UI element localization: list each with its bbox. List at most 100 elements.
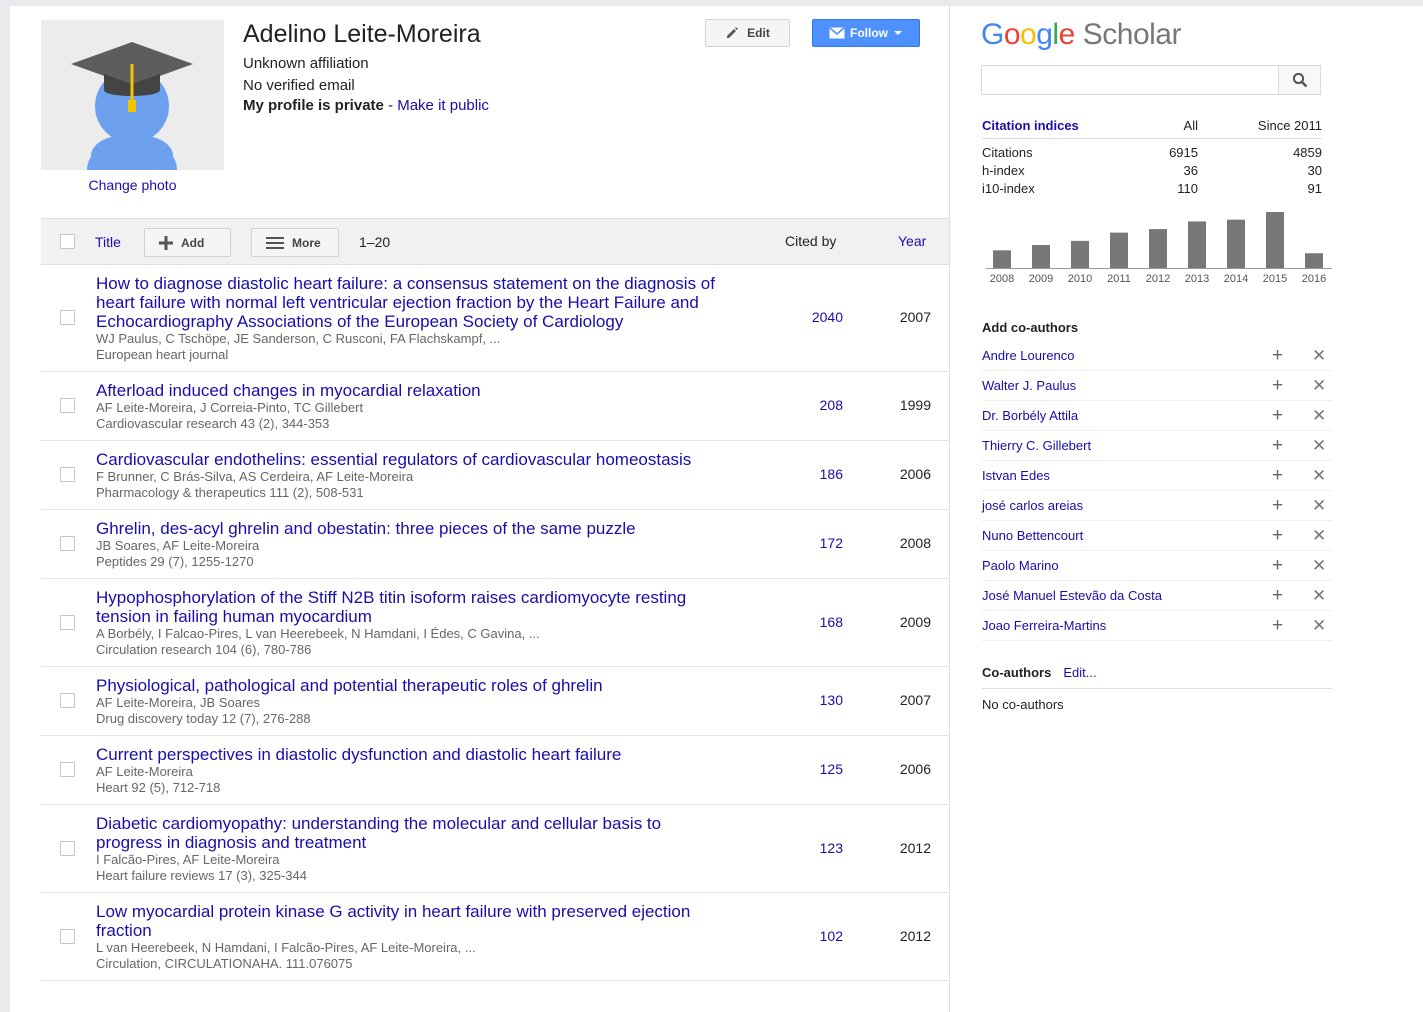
chart-bar-2015[interactable] — [1266, 212, 1284, 268]
sort-by-year[interactable]: Year — [898, 233, 926, 249]
table-row: Low myocardial protein kinase G activity… — [41, 893, 949, 981]
publication-year: 2007 — [899, 692, 931, 708]
chart-bar-2013[interactable] — [1188, 221, 1206, 268]
article-title[interactable]: Low myocardial protein kinase G activity… — [96, 902, 731, 940]
row-checkbox[interactable] — [60, 467, 75, 482]
profile-photo[interactable] — [41, 20, 224, 170]
add-coauthor-icon[interactable]: + — [1272, 526, 1283, 545]
cited-by-count[interactable]: 123 — [781, 840, 843, 856]
dismiss-coauthor-icon[interactable]: ✕ — [1312, 587, 1326, 605]
chart-bar-2010[interactable] — [1071, 240, 1089, 268]
add-coauthor-icon[interactable]: + — [1272, 436, 1283, 455]
coauthor-name[interactable]: Dr. Borbély Attila — [982, 408, 1078, 423]
article-title[interactable]: Diabetic cardiomyopathy: understanding t… — [96, 814, 731, 852]
dismiss-coauthor-icon[interactable]: ✕ — [1312, 377, 1326, 395]
chart-bar-2009[interactable] — [1032, 245, 1050, 268]
coauthor-suggestion: José Manuel Estevão da Costa + ✕ — [982, 581, 1332, 611]
coauthor-name[interactable]: Andre Lourenco — [982, 348, 1075, 363]
article-title[interactable]: Ghrelin, des-acyl ghrelin and obestatin:… — [96, 519, 731, 538]
article-title[interactable]: Physiological, pathological and potentia… — [96, 676, 731, 695]
cited-by-count[interactable]: 172 — [781, 535, 843, 551]
chart-tick-label: 2014 — [1224, 273, 1248, 285]
publication-year: 2007 — [899, 309, 931, 325]
sort-by-title[interactable]: Title — [95, 234, 121, 250]
edit-profile-button[interactable]: Edit — [705, 19, 790, 47]
more-actions-button[interactable]: More — [251, 228, 339, 257]
dismiss-coauthor-icon[interactable]: ✕ — [1312, 557, 1326, 575]
dismiss-coauthor-icon[interactable]: ✕ — [1312, 497, 1326, 515]
article-title[interactable]: How to diagnose diastolic heart failure:… — [96, 274, 731, 331]
chart-bar-2008[interactable] — [993, 250, 1011, 268]
coauthor-name[interactable]: Paolo Marino — [982, 558, 1059, 573]
publication-year: 2006 — [899, 466, 931, 482]
make-public-link[interactable]: Make it public — [397, 97, 489, 114]
article-info: Hypophosphorylation of the Stiff N2B tit… — [41, 579, 731, 666]
row-checkbox[interactable] — [60, 840, 75, 856]
add-coauthors-header: Add co-authors — [982, 320, 1079, 335]
cited-by-count[interactable]: 130 — [781, 692, 843, 708]
index-since: 91 — [1307, 180, 1322, 196]
coauthor-name[interactable]: josé carlos areias — [982, 498, 1083, 513]
add-coauthor-icon[interactable]: + — [1272, 586, 1283, 605]
chart-bar-2014[interactable] — [1227, 219, 1245, 268]
coauthor-suggestion: Nuno Bettencourt + ✕ — [982, 521, 1332, 551]
row-checkbox[interactable] — [60, 693, 75, 708]
coauthor-suggestions: Andre Lourenco + ✕ Walter J. Paulus + ✕ Dr. Bo… — [982, 341, 1332, 641]
row-checkbox[interactable] — [60, 310, 75, 325]
edit-coauthors-link[interactable]: Edit... — [1063, 665, 1096, 680]
coauthor-name[interactable]: Thierry C. Gillebert — [982, 438, 1091, 453]
row-checkbox[interactable] — [60, 536, 75, 551]
coauthors-title: Co-authors — [982, 665, 1052, 680]
search-input[interactable] — [981, 65, 1279, 95]
private-label: My profile is private — [243, 97, 384, 114]
add-coauthor-icon[interactable]: + — [1272, 496, 1283, 515]
coauthor-name[interactable]: José Manuel Estevão da Costa — [982, 588, 1162, 603]
dismiss-coauthor-icon[interactable]: ✕ — [1312, 467, 1326, 485]
follow-button[interactable]: Follow — [812, 19, 920, 47]
article-title[interactable]: Afterload induced changes in myocardial … — [96, 381, 731, 400]
article-title[interactable]: Hypophosphorylation of the Stiff N2B tit… — [96, 588, 731, 626]
add-coauthor-icon[interactable]: + — [1272, 376, 1283, 395]
dismiss-coauthor-icon[interactable]: ✕ — [1312, 527, 1326, 545]
sort-by-cited[interactable]: Cited by — [785, 233, 836, 249]
chart-bar-2016[interactable] — [1305, 253, 1323, 268]
dismiss-coauthor-icon[interactable]: ✕ — [1312, 347, 1326, 365]
google-scholar-logo[interactable]: Google Scholar — [981, 18, 1181, 52]
cited-by-count[interactable]: 2040 — [781, 309, 843, 325]
row-checkbox[interactable] — [60, 398, 75, 413]
cited-by-count[interactable]: 208 — [781, 397, 843, 413]
cited-by-count[interactable]: 168 — [781, 614, 843, 630]
coauthor-name[interactable]: Walter J. Paulus — [982, 378, 1076, 393]
citations-per-year-chart: 2008 2009 2010 2011 2012 2013 2014 2015 2016 — [986, 212, 1332, 285]
cited-by-count[interactable]: 186 — [781, 466, 843, 482]
row-checkbox[interactable] — [60, 614, 75, 630]
coauthor-name[interactable]: Nuno Bettencourt — [982, 528, 1083, 543]
cited-by-count[interactable]: 102 — [781, 928, 843, 944]
coauthor-suggestion: Dr. Borbély Attila + ✕ — [982, 401, 1332, 431]
add-coauthor-icon[interactable]: + — [1272, 616, 1283, 635]
coauthor-name[interactable]: Istvan Edes — [982, 468, 1050, 483]
chart-bar-2012[interactable] — [1149, 229, 1167, 268]
dismiss-coauthor-icon[interactable]: ✕ — [1312, 407, 1326, 425]
search-button[interactable] — [1278, 65, 1321, 95]
row-checkbox[interactable] — [60, 762, 75, 777]
chart-bar-2011[interactable] — [1110, 232, 1128, 268]
add-coauthor-icon[interactable]: + — [1272, 406, 1283, 425]
select-all-checkbox[interactable] — [60, 234, 75, 249]
follow-label: Follow — [850, 26, 888, 40]
dismiss-coauthor-icon[interactable]: ✕ — [1312, 437, 1326, 455]
add-coauthor-icon[interactable]: + — [1272, 346, 1283, 365]
dismiss-coauthor-icon[interactable]: ✕ — [1312, 617, 1326, 635]
add-coauthor-icon[interactable]: + — [1272, 556, 1283, 575]
row-checkbox[interactable] — [60, 928, 75, 944]
change-photo-link[interactable]: Change photo — [41, 177, 224, 193]
cited-by-count[interactable]: 125 — [781, 761, 843, 777]
add-coauthor-icon[interactable]: + — [1272, 466, 1283, 485]
article-authors: AF Leite-Moreira — [96, 764, 193, 779]
article-title[interactable]: Cardiovascular endothelins: essential re… — [96, 450, 731, 469]
article-title[interactable]: Current perspectives in diastolic dysfun… — [96, 745, 731, 764]
add-article-button[interactable]: Add — [144, 228, 231, 257]
article-authors: AF Leite-Moreira, JB Soares — [96, 695, 261, 710]
coauthor-name[interactable]: Joao Ferreira-Martins — [982, 618, 1106, 633]
citation-indices-header[interactable]: Citation indices — [982, 118, 1132, 139]
